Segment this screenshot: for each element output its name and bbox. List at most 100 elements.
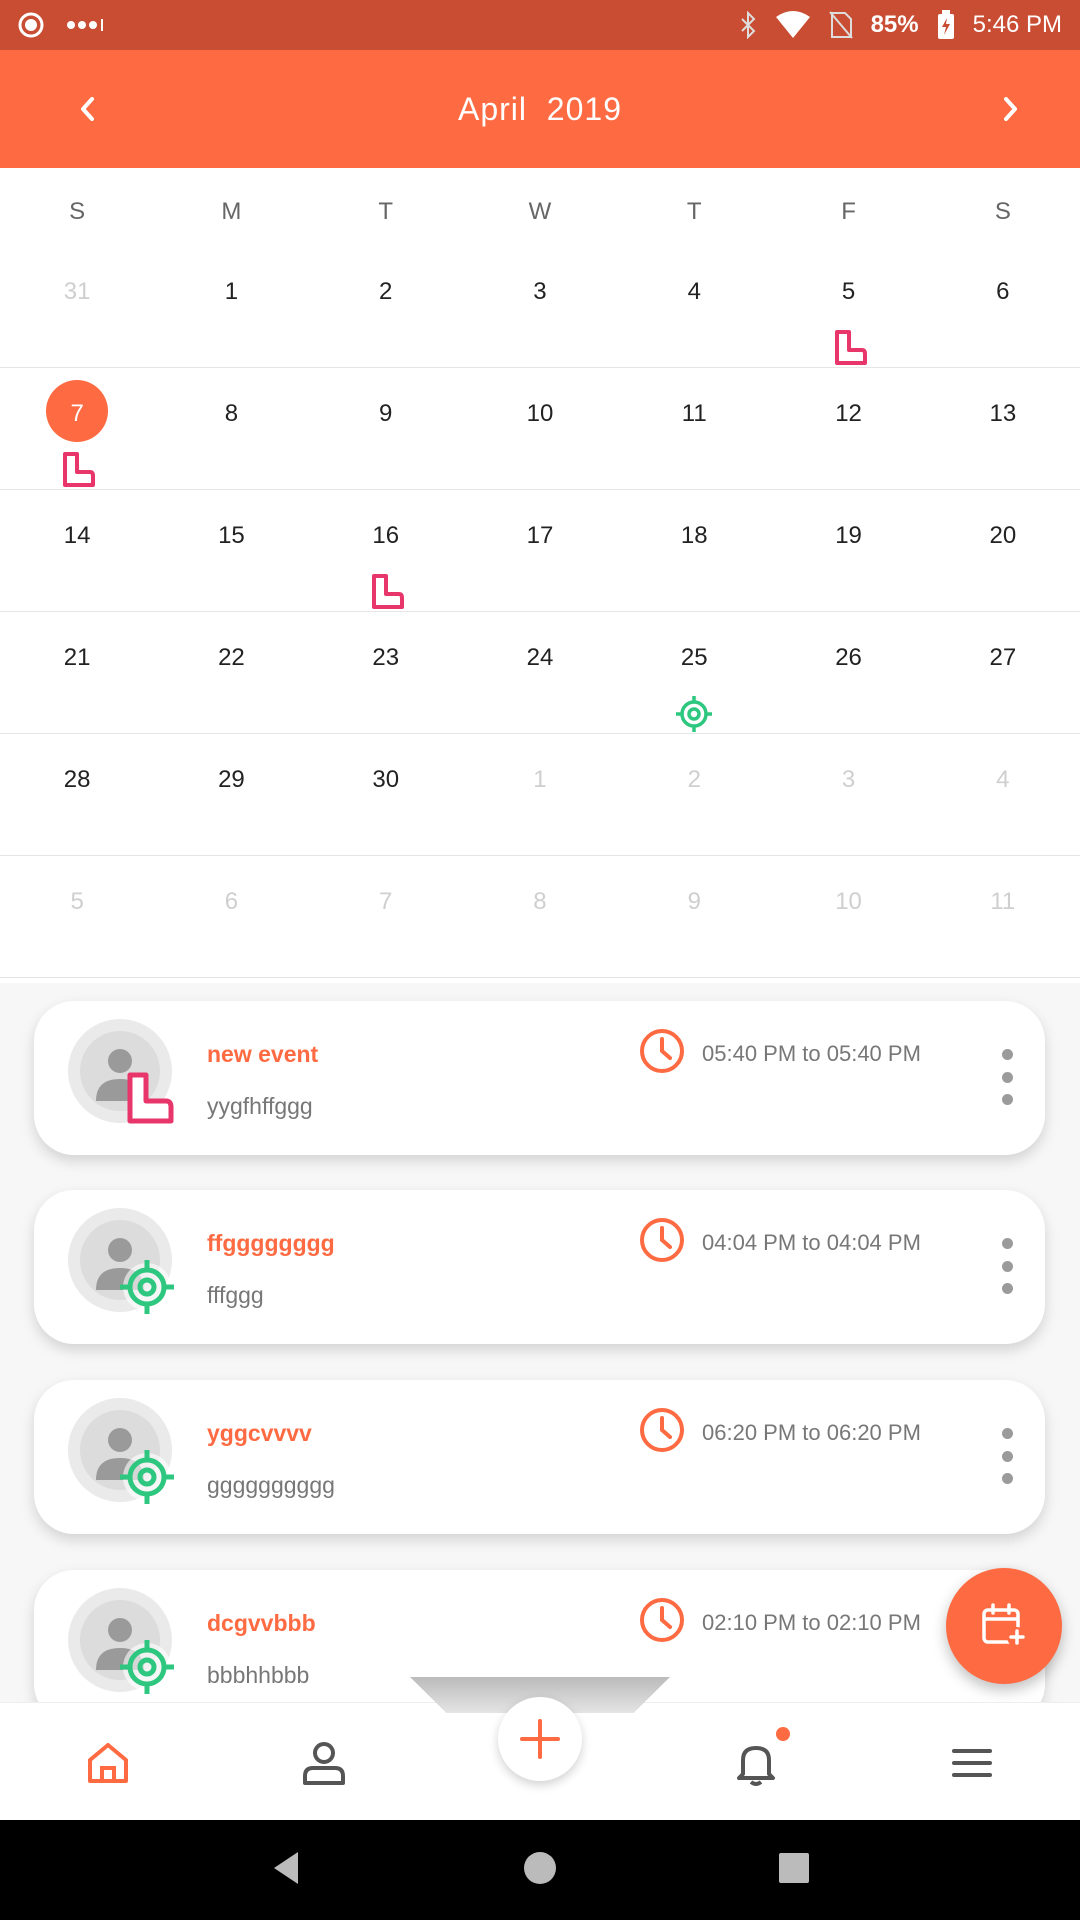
event-title: new event [207, 1041, 319, 1067]
clock-icon [640, 1598, 684, 1642]
nav-notifications[interactable] [728, 1727, 790, 1791]
recents-square-icon [778, 1852, 809, 1883]
event-title: yggcvvvv [207, 1420, 312, 1446]
event-title: dcgvvbbb [207, 1610, 316, 1636]
calendar-header: April 2019 [0, 50, 1080, 168]
calendar-day[interactable]: 29 [154, 734, 308, 855]
calendar-day[interactable]: 5 [0, 856, 154, 977]
add-button[interactable] [498, 1697, 582, 1781]
boot-icon [834, 330, 867, 365]
calendar-day[interactable]: 2 [309, 246, 463, 367]
event-description: fffggg [207, 1282, 264, 1308]
battery-percent: 85% [870, 11, 919, 38]
calendar-day[interactable]: 3 [463, 246, 617, 367]
calendar-day[interactable]: 23 [309, 612, 463, 733]
calendar-day[interactable]: 10 [771, 856, 925, 977]
calendar-day[interactable]: 14 [0, 490, 154, 611]
calendar-day[interactable]: 19 [771, 490, 925, 611]
recents-button[interactable] [778, 1852, 810, 1889]
calendar-day[interactable]: 15 [154, 490, 308, 611]
weekday-label: F [841, 198, 856, 225]
calendar-day[interactable]: 7 [309, 856, 463, 977]
previous-month-button[interactable] [38, 50, 138, 168]
event-card[interactable]: yggcvvvv gggggggggg 06:20 PM to 06:20 PM [34, 1380, 1045, 1534]
boot-icon [127, 1072, 174, 1124]
calendar-day[interactable]: 11 [617, 368, 771, 489]
calendar-day[interactable]: 25 [617, 612, 771, 733]
calendar-week: 21 22 23 24 25 26 27 [0, 612, 1080, 734]
calendar-day[interactable]: 16 [309, 490, 463, 611]
back-button[interactable] [270, 1850, 302, 1891]
next-month-button[interactable] [960, 50, 1060, 168]
event-list: new event yygfhffggg 05:40 PM to 05:40 P… [0, 983, 1080, 1724]
calendar-day[interactable]: 3 [771, 734, 925, 855]
calendar-day[interactable]: 1 [154, 246, 308, 367]
nav-menu[interactable] [944, 1735, 1000, 1791]
bottom-navigation [0, 1677, 1080, 1820]
home-icon [88, 1743, 128, 1783]
more-vertical-icon [1001, 1428, 1013, 1439]
signal-dots-icon [67, 19, 103, 31]
nav-profile[interactable] [296, 1735, 352, 1791]
plus-icon [520, 1719, 560, 1759]
calendar-day[interactable]: 26 [771, 612, 925, 733]
calendar-day[interactable]: 12 [771, 368, 925, 489]
calendar-day[interactable]: 4 [617, 246, 771, 367]
calendar-add-icon [982, 1603, 1027, 1647]
event-time: 04:04 PM to 04:04 PM [702, 1230, 921, 1255]
month-title: April 2019 [458, 90, 622, 127]
calendar-day[interactable]: 2 [617, 734, 771, 855]
calendar-day[interactable]: 8 [463, 856, 617, 977]
calendar-day[interactable]: 18 [617, 490, 771, 611]
weekday-label: M [221, 198, 242, 225]
event-time: 05:40 PM to 05:40 PM [702, 1041, 921, 1066]
calendar-day[interactable]: 22 [154, 612, 308, 733]
calendar-day[interactable]: 8 [154, 368, 308, 489]
calendar-day[interactable]: 20 [926, 490, 1080, 611]
calendar-day[interactable]: 28 [0, 734, 154, 855]
weekday-label: T [378, 198, 394, 225]
weekday-label: S [994, 198, 1011, 225]
more-options-button[interactable] [999, 1428, 1015, 1484]
calendar-week: 28 29 30 1 2 3 4 [0, 734, 1080, 856]
calendar-day[interactable]: 1 [463, 734, 617, 855]
calendar-day[interactable]: 24 [463, 612, 617, 733]
calendar-week: 31 1 2 3 4 5 6 [0, 246, 1080, 368]
home-system-button[interactable] [523, 1851, 557, 1890]
calendar-day[interactable]: 10 [463, 368, 617, 489]
calendar-day[interactable]: 31 [0, 246, 154, 367]
notification-dot [776, 1727, 790, 1741]
calendar-day-selected[interactable]: 7 [0, 368, 154, 489]
hamburger-menu-icon [952, 1749, 992, 1777]
calendar-day[interactable]: 5 [771, 246, 925, 367]
battery-charging-icon [937, 10, 954, 39]
home-circle-icon [523, 1851, 556, 1884]
event-card[interactable]: ffgggggggg fffggg 04:04 PM to 04:04 PM [34, 1190, 1045, 1344]
chevron-right-icon [1004, 97, 1017, 121]
bell-icon [737, 1746, 775, 1786]
calendar-day[interactable]: 9 [309, 368, 463, 489]
event-card[interactable]: new event yygfhffggg 05:40 PM to 05:40 P… [34, 1001, 1045, 1155]
calendar-day[interactable]: 21 [0, 612, 154, 733]
nav-home[interactable] [80, 1735, 136, 1791]
calendar-day[interactable]: 9 [617, 856, 771, 977]
wifi-icon [775, 11, 810, 38]
more-options-button[interactable] [999, 1238, 1015, 1294]
calendar-day[interactable]: 27 [926, 612, 1080, 733]
status-bar: 85% 5:46 PM [0, 0, 1080, 50]
more-options-button[interactable] [999, 1049, 1015, 1105]
add-event-fab[interactable] [946, 1568, 1062, 1684]
weekday-label: S [69, 198, 86, 225]
boot-icon [371, 574, 404, 609]
calendar-day[interactable]: 30 [309, 734, 463, 855]
calendar-day[interactable]: 11 [926, 856, 1080, 977]
chevron-left-icon [81, 97, 94, 121]
target-icon [120, 1260, 174, 1314]
weekday-label: W [528, 198, 552, 225]
calendar-day[interactable]: 6 [926, 246, 1080, 367]
calendar-day[interactable]: 13 [926, 368, 1080, 489]
calendar-day[interactable]: 17 [463, 490, 617, 611]
calendar-day[interactable]: 4 [926, 734, 1080, 855]
calendar-day[interactable]: 6 [154, 856, 308, 977]
bluetooth-icon [740, 11, 755, 39]
